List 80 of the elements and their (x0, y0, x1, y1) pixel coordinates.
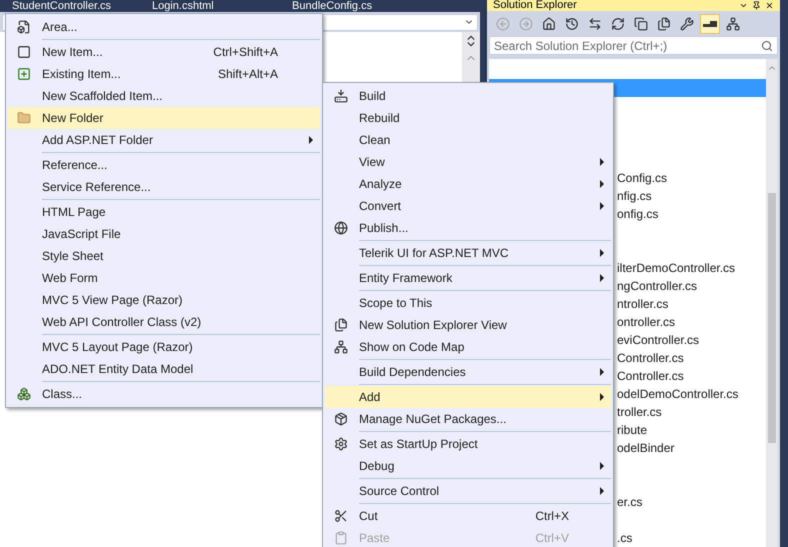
clock-icon (565, 16, 579, 30)
editor-tab[interactable]: Login.cshtml (140, 0, 280, 12)
square-plus-icon (17, 67, 31, 81)
refresh-icon (611, 16, 625, 30)
menu-item[interactable]: Rebuild (325, 107, 611, 129)
submenu-arrow-icon (600, 393, 604, 401)
scrollbar-thumb[interactable] (768, 193, 776, 443)
menu-item[interactable]: View (325, 151, 611, 173)
menu-item[interactable]: Telerik UI for ASP.NET MVC (325, 242, 611, 264)
submenu-arrow-icon (600, 462, 604, 470)
pin-icon (752, 1, 761, 10)
preview-icon (703, 20, 717, 26)
menu-item[interactable]: Existing Item... Shift+Alt+A (8, 63, 320, 85)
menu-item[interactable]: Debug (325, 455, 611, 477)
menu-item[interactable]: Add (325, 386, 611, 408)
menu-item[interactable]: Web API Controller Class (v2) (8, 311, 320, 333)
class-icon (17, 387, 31, 401)
editor-tab[interactable]: StudentController.cs (0, 0, 140, 12)
menu-item[interactable]: New Folder (8, 107, 320, 129)
show-files-icon (657, 16, 671, 30)
menu-item[interactable]: Analyze (325, 173, 611, 195)
editor-tab[interactable]: BundleConfig.cs (280, 0, 420, 12)
menu-item[interactable]: Web Form (8, 267, 320, 289)
menu-item[interactable]: Build Dependencies (325, 361, 611, 383)
menu-item[interactable]: Build (325, 85, 611, 107)
forward-icon (519, 16, 533, 30)
menu-item[interactable]: Show on Code Map (325, 336, 611, 358)
toolbar-button[interactable] (700, 14, 720, 34)
code-map-icon (334, 340, 348, 354)
menu-item[interactable]: ADO.NET Entity Data Model (8, 358, 320, 380)
panel-title: Solution Explorer (493, 0, 578, 11)
build-icon (334, 89, 348, 103)
menu-item[interactable]: New Scaffolded Item... (8, 85, 320, 107)
menu-item[interactable]: Source Control (325, 480, 611, 502)
code-map-icon (726, 16, 740, 30)
scissors-icon (334, 509, 348, 523)
menu-item[interactable]: Clean (325, 129, 611, 151)
sync-icon (588, 16, 602, 30)
menu-item[interactable]: JavaScript File (8, 223, 320, 245)
file-icon (17, 20, 31, 34)
menu-item[interactable]: Cut Ctrl+X (325, 505, 611, 527)
menu-item[interactable]: Class... (8, 383, 320, 405)
menu-item[interactable]: Style Sheet (8, 245, 320, 267)
dropdown-icon (739, 1, 748, 10)
menu-item[interactable]: New Item... Ctrl+Shift+A (8, 41, 320, 63)
new-item-icon (17, 45, 31, 59)
submenu-arrow-icon (600, 249, 604, 257)
menu-item[interactable]: New Solution Explorer View (325, 314, 611, 336)
submenu-arrow-icon (600, 274, 604, 282)
menu-item[interactable]: Set as StartUp Project (325, 433, 611, 455)
submenu-arrow-icon (600, 487, 604, 495)
submenu-arrow-icon (600, 368, 604, 376)
menu-item[interactable]: Manage NuGet Packages... (325, 408, 611, 430)
globe-icon (334, 221, 348, 235)
menu-item[interactable]: MVC 5 Layout Page (Razor) (8, 336, 320, 358)
settings-icon (334, 437, 348, 451)
submenu-arrow-icon (600, 202, 604, 210)
collapse-icon (634, 16, 648, 30)
menu-item[interactable]: HTML Page (8, 201, 320, 223)
wrench-icon (680, 16, 694, 30)
submenu-arrow-icon (309, 136, 313, 144)
submenu-arrow-icon (600, 158, 604, 166)
folder-icon (17, 111, 31, 125)
menu-item[interactable]: Convert (325, 195, 611, 217)
back-icon (496, 16, 510, 30)
menu-item[interactable]: Reference... (8, 154, 320, 176)
submenu-arrow-icon (600, 180, 604, 188)
menu-item[interactable]: Scope to This (325, 292, 611, 314)
menu-item[interactable]: Publish... (325, 217, 611, 239)
menu-item[interactable]: Service Reference... (8, 176, 320, 198)
close-icon[interactable] (765, 1, 774, 10)
menu-item[interactable]: MVC 5 View Page (Razor) (8, 289, 320, 311)
clipboard-icon (334, 531, 348, 545)
files-icon (334, 318, 348, 332)
menu-item[interactable]: Entity Framework (325, 267, 611, 289)
package-icon (334, 412, 348, 426)
menu-item[interactable]: Area... (8, 16, 320, 38)
menu-item[interactable]: Add ASP.NET Folder (8, 129, 320, 151)
search-icon (761, 40, 773, 52)
home-icon (542, 16, 556, 30)
